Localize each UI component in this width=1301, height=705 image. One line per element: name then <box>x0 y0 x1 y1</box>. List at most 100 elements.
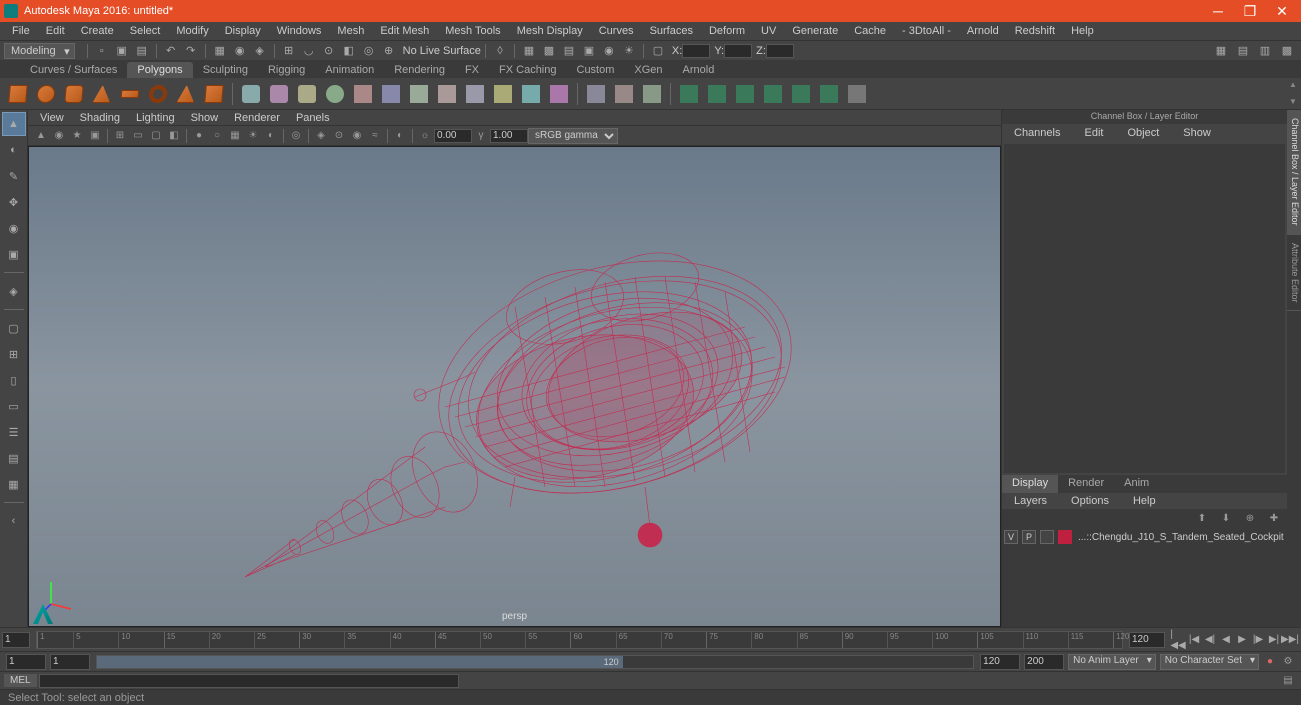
menu-cache[interactable]: Cache <box>846 23 894 39</box>
channel-menu-edit[interactable]: Edit <box>1076 126 1111 140</box>
shelf-fill-icon[interactable] <box>490 81 516 107</box>
layout-graph[interactable]: ▤ <box>2 446 26 470</box>
shelf-tab-custom[interactable]: Custom <box>567 62 625 78</box>
menu-mesh-display[interactable]: Mesh Display <box>509 23 591 39</box>
layout-two-v[interactable]: ▯ <box>2 368 26 392</box>
fast-forward-button[interactable]: ▶▶| <box>1283 633 1297 647</box>
shelf-tab-fx-caching[interactable]: FX Caching <box>489 62 566 78</box>
shelf-plane-icon[interactable] <box>117 81 143 107</box>
layout-icon-1[interactable]: ▦ <box>1213 43 1229 59</box>
menu-modify[interactable]: Modify <box>168 23 216 39</box>
menu-generate[interactable]: Generate <box>784 23 846 39</box>
pt-texture-icon[interactable]: ▦ <box>227 128 243 144</box>
menu-help[interactable]: Help <box>1063 23 1102 39</box>
pt-colorspace-select[interactable]: sRGB gamma <box>528 128 618 144</box>
layer-add-icon[interactable]: ⊕ <box>1242 510 1258 526</box>
shelf-bevel-icon[interactable] <box>462 81 488 107</box>
shelf-cube-icon[interactable] <box>5 81 31 107</box>
pt-dof-icon[interactable]: ◐ <box>392 128 408 144</box>
shelf-tab-polygons[interactable]: Polygons <box>127 62 192 78</box>
shelf-target-weld-icon[interactable] <box>611 81 637 107</box>
workspace-dropdown[interactable]: Modeling <box>4 43 75 59</box>
pt-film-icon[interactable]: ▭ <box>130 128 146 144</box>
shelf-pipe-icon[interactable] <box>201 81 227 107</box>
channel-menu-object[interactable]: Object <box>1119 126 1167 140</box>
layout-outliner[interactable]: ☰ <box>2 420 26 444</box>
pt-exposure-icon[interactable]: ☼ <box>417 128 433 144</box>
pt-motion-icon[interactable]: ≈ <box>367 128 383 144</box>
layer-visibility[interactable]: V <box>1004 530 1018 544</box>
shelf-tab-xgen[interactable]: XGen <box>624 62 672 78</box>
open-scene-icon[interactable]: ▣ <box>114 43 130 59</box>
layout-icon-4[interactable]: ▩ <box>1279 43 1295 59</box>
undo-icon[interactable]: ↶ <box>163 43 179 59</box>
autokey-icon[interactable]: ● <box>1262 654 1278 670</box>
render-icon[interactable]: ▦ <box>521 43 537 59</box>
character-set-dropdown[interactable]: No Character Set <box>1160 654 1259 670</box>
layer-tab-display[interactable]: Display <box>1002 475 1058 493</box>
paint-select-icon[interactable]: ◈ <box>252 43 268 59</box>
history-icon[interactable]: ◊ <box>492 43 508 59</box>
menu-windows[interactable]: Windows <box>269 23 330 39</box>
shelf-bridge-icon[interactable] <box>434 81 460 107</box>
shelf-mirror-icon[interactable] <box>378 81 404 107</box>
pt-wire-icon[interactable]: ○ <box>209 128 225 144</box>
menu-uv[interactable]: UV <box>753 23 784 39</box>
lasso-icon[interactable]: ◉ <box>232 43 248 59</box>
pt-camera-icon[interactable]: ◉ <box>51 128 67 144</box>
panel-menu-shading[interactable]: Shading <box>72 111 128 125</box>
shelf-pyramid-icon[interactable] <box>173 81 199 107</box>
range-end-input[interactable] <box>1024 654 1064 670</box>
snap-plane-icon[interactable]: ◧ <box>341 43 357 59</box>
anim-layer-dropdown[interactable]: No Anim Layer <box>1068 654 1156 670</box>
menu-file[interactable]: File <box>4 23 38 39</box>
layer-menu-help[interactable]: Help <box>1125 494 1164 508</box>
menu-curves[interactable]: Curves <box>591 23 642 39</box>
layer-menu-options[interactable]: Options <box>1063 494 1117 508</box>
y-input[interactable] <box>724 44 752 58</box>
channel-menu-channels[interactable]: Channels <box>1006 126 1068 140</box>
last-tool[interactable]: ◈ <box>2 279 26 303</box>
pt-xray-icon[interactable]: ◈ <box>313 128 329 144</box>
layout-icon-3[interactable]: ▥ <box>1257 43 1273 59</box>
panel-menu-renderer[interactable]: Renderer <box>226 111 288 125</box>
range-track[interactable]: 120 <box>96 655 974 669</box>
prefs-icon[interactable]: ⚙ <box>1280 654 1296 670</box>
rotate-tool[interactable]: ◉ <box>2 216 26 240</box>
layer-color-swatch[interactable] <box>1058 530 1072 544</box>
layer-new-icon[interactable]: ✚ <box>1266 510 1282 526</box>
cmd-language-label[interactable]: MEL <box>4 674 37 687</box>
shelf-uv-icon-4[interactable] <box>760 81 786 107</box>
layer-tab-anim[interactable]: Anim <box>1114 475 1159 493</box>
hypershade-icon[interactable]: ◉ <box>601 43 617 59</box>
shelf-cylinder-icon[interactable] <box>61 81 87 107</box>
pt-light-icon[interactable]: ☀ <box>245 128 261 144</box>
shelf-tab-sculpting[interactable]: Sculpting <box>193 62 258 78</box>
shelf-combine-icon[interactable] <box>238 81 264 107</box>
pt-isolate-icon[interactable]: ◎ <box>288 128 304 144</box>
time-current-input[interactable] <box>2 632 30 648</box>
layer-move-up-icon[interactable]: ⬆ <box>1194 510 1210 526</box>
range-start-input[interactable] <box>6 654 46 670</box>
snap-grid-icon[interactable]: ⊞ <box>281 43 297 59</box>
vtab-channel-box[interactable]: Channel Box / Layer Editor <box>1287 110 1301 235</box>
layout-two-h[interactable]: ▭ <box>2 394 26 418</box>
pt-shade-icon[interactable]: ● <box>191 128 207 144</box>
play-back-button[interactable]: ◀ <box>1219 633 1233 647</box>
time-ruler[interactable]: 1153045607590105120510202535405055657080… <box>36 631 1123 649</box>
layer-name-label[interactable]: ...::Chengdu_J10_S_Tandem_Seated_Cockpit <box>1078 532 1284 543</box>
collapse-tool[interactable]: ‹ <box>2 509 26 533</box>
pt-select-icon[interactable]: ▲ <box>33 128 49 144</box>
time-end-input[interactable] <box>1129 632 1165 648</box>
pt-shadow-icon[interactable]: ◐ <box>263 128 279 144</box>
shelf-tab-curves-surfaces[interactable]: Curves / Surfaces <box>20 62 127 78</box>
layer-type[interactable] <box>1040 530 1054 544</box>
pt-gamma-icon[interactable]: γ <box>473 128 489 144</box>
shelf-insert-edge-icon[interactable] <box>639 81 665 107</box>
snap-curve-icon[interactable]: ◡ <box>301 43 317 59</box>
layer-row[interactable]: V P ...::Chengdu_J10_S_Tandem_Seated_Coc… <box>1004 529 1285 545</box>
shelf-torus-icon[interactable] <box>145 81 171 107</box>
pt-image-icon[interactable]: ▣ <box>87 128 103 144</box>
panel-menu-view[interactable]: View <box>32 111 72 125</box>
shelf-separate-icon[interactable] <box>266 81 292 107</box>
